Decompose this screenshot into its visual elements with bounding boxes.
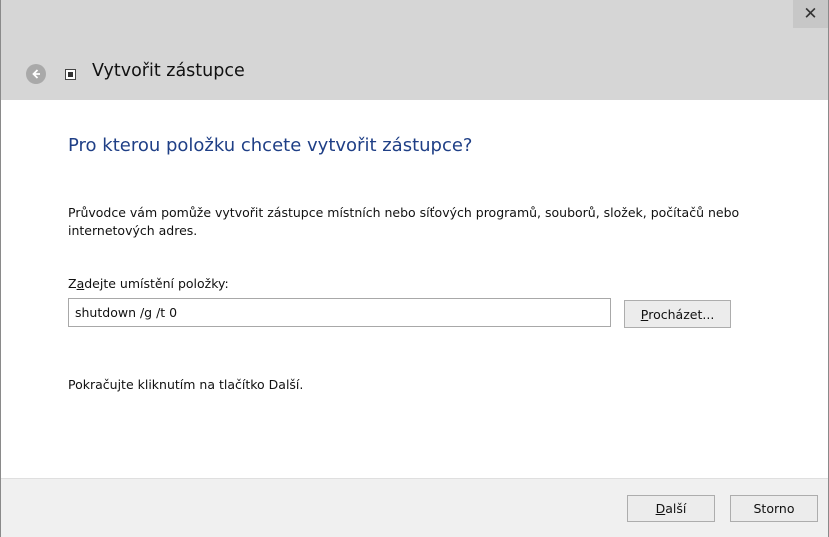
browse-label: rocházet... (648, 306, 715, 322)
next-accesskey: D (655, 501, 666, 516)
label-prefix: Z (68, 276, 77, 291)
close-button[interactable]: ✕ (793, 0, 828, 28)
wizard-content: Pro kterou položku chcete vytvořit zástu… (1, 100, 828, 478)
label-suffix: dejte umístění položky: (84, 276, 229, 291)
title-bar: ✕ Vytvořit zástupce (1, 0, 828, 100)
browse-button[interactable]: Procházet... (624, 300, 731, 328)
cancel-button[interactable]: Storno (730, 495, 818, 522)
page-description: Průvodce vám pomůže vytvořit zástupce mí… (68, 205, 740, 238)
shortcut-wizard-icon (65, 69, 76, 80)
window-title: Vytvořit zástupce (92, 61, 245, 81)
wizard-footer: Další Storno (1, 478, 828, 537)
close-icon: ✕ (803, 4, 818, 24)
page-heading: Pro kterou položku chcete vytvořit zástu… (68, 135, 473, 156)
back-button[interactable] (26, 64, 46, 84)
browse-accesskey: P (640, 306, 649, 322)
location-input[interactable] (68, 298, 611, 327)
shortcut-wizard-window: ✕ Vytvořit zástupce Pro kterou položku c… (0, 0, 829, 537)
next-label: alší (665, 501, 687, 516)
next-button[interactable]: Další (627, 495, 715, 522)
continue-instruction: Pokračujte kliknutím na tlačítko Další. (68, 377, 304, 392)
location-field-label: Zadejte umístění položky: (68, 276, 229, 291)
back-arrow-icon (32, 69, 40, 79)
